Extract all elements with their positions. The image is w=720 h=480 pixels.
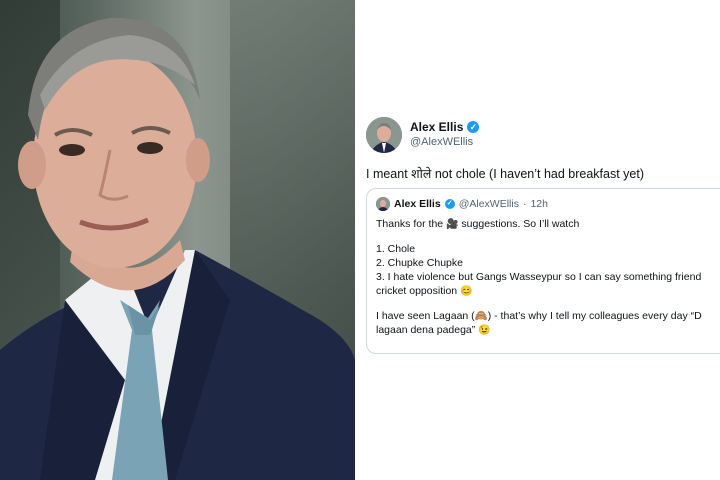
profile-photo	[0, 0, 355, 480]
quoted-author-avatar[interactable]	[376, 197, 390, 211]
smile-emoji-icon: 😊	[460, 286, 473, 297]
quoted-tweet-header: Alex Ellis ✓ @AlexWEllis · 12h	[376, 197, 548, 211]
quoted-tweet-time[interactable]: 12h	[530, 198, 548, 210]
author-name[interactable]: Alex Ellis	[410, 120, 463, 134]
list-item: 1. Chole	[376, 243, 416, 255]
para2-line2-text: lagaan dena padega”	[376, 324, 476, 336]
list-item-continued: cricket opposition 😊	[376, 284, 702, 299]
quoted-tweet[interactable]: Alex Ellis ✓ @AlexWEllis · 12h Thanks fo…	[366, 188, 720, 354]
quoted-line-1: Thanks for the 🎥 suggestions. So I’ll wa…	[376, 217, 702, 232]
quoted-tweet-body: Thanks for the 🎥 suggestions. So I’ll wa…	[376, 217, 702, 338]
tweet-text: I meant शोले not chole (I haven’t had br…	[366, 167, 644, 181]
list-item: 2. Chupke Chupke	[376, 257, 463, 269]
author-avatar[interactable]	[366, 117, 402, 153]
wink-emoji-icon: 😉	[478, 325, 491, 336]
quoted-author-handle[interactable]: @AlexWEllis	[459, 198, 519, 210]
line1-suffix: suggestions. So I’ll watch	[461, 218, 580, 230]
movie-camera-icon: 🎥	[446, 219, 459, 230]
list-item: 3. I hate violence but Gangs Wasseypur s…	[376, 271, 702, 283]
verified-badge-icon: ✓	[444, 199, 455, 209]
author-handle[interactable]: @AlexWEllis	[410, 136, 473, 148]
avatar-image	[366, 117, 402, 153]
quoted-avatar-image	[376, 197, 390, 211]
tweet-card: Alex Ellis ✓ @AlexWEllis I meant शोले no…	[358, 0, 720, 480]
portrait-illustration	[0, 17, 355, 480]
quoted-author-name[interactable]: Alex Ellis	[394, 198, 441, 210]
paragraph-2-line-2: lagaan dena padega” 😉	[376, 323, 702, 338]
paragraph-2-line-1: I have seen Lagaan (🙈) - that’s why I te…	[376, 310, 702, 322]
author-name-row: Alex Ellis ✓	[410, 120, 480, 134]
line1-prefix: Thanks for the	[376, 218, 444, 230]
list-cont-text: cricket opposition	[376, 285, 458, 297]
verified-badge-icon: ✓	[467, 121, 480, 133]
dot-separator: ·	[522, 198, 527, 210]
